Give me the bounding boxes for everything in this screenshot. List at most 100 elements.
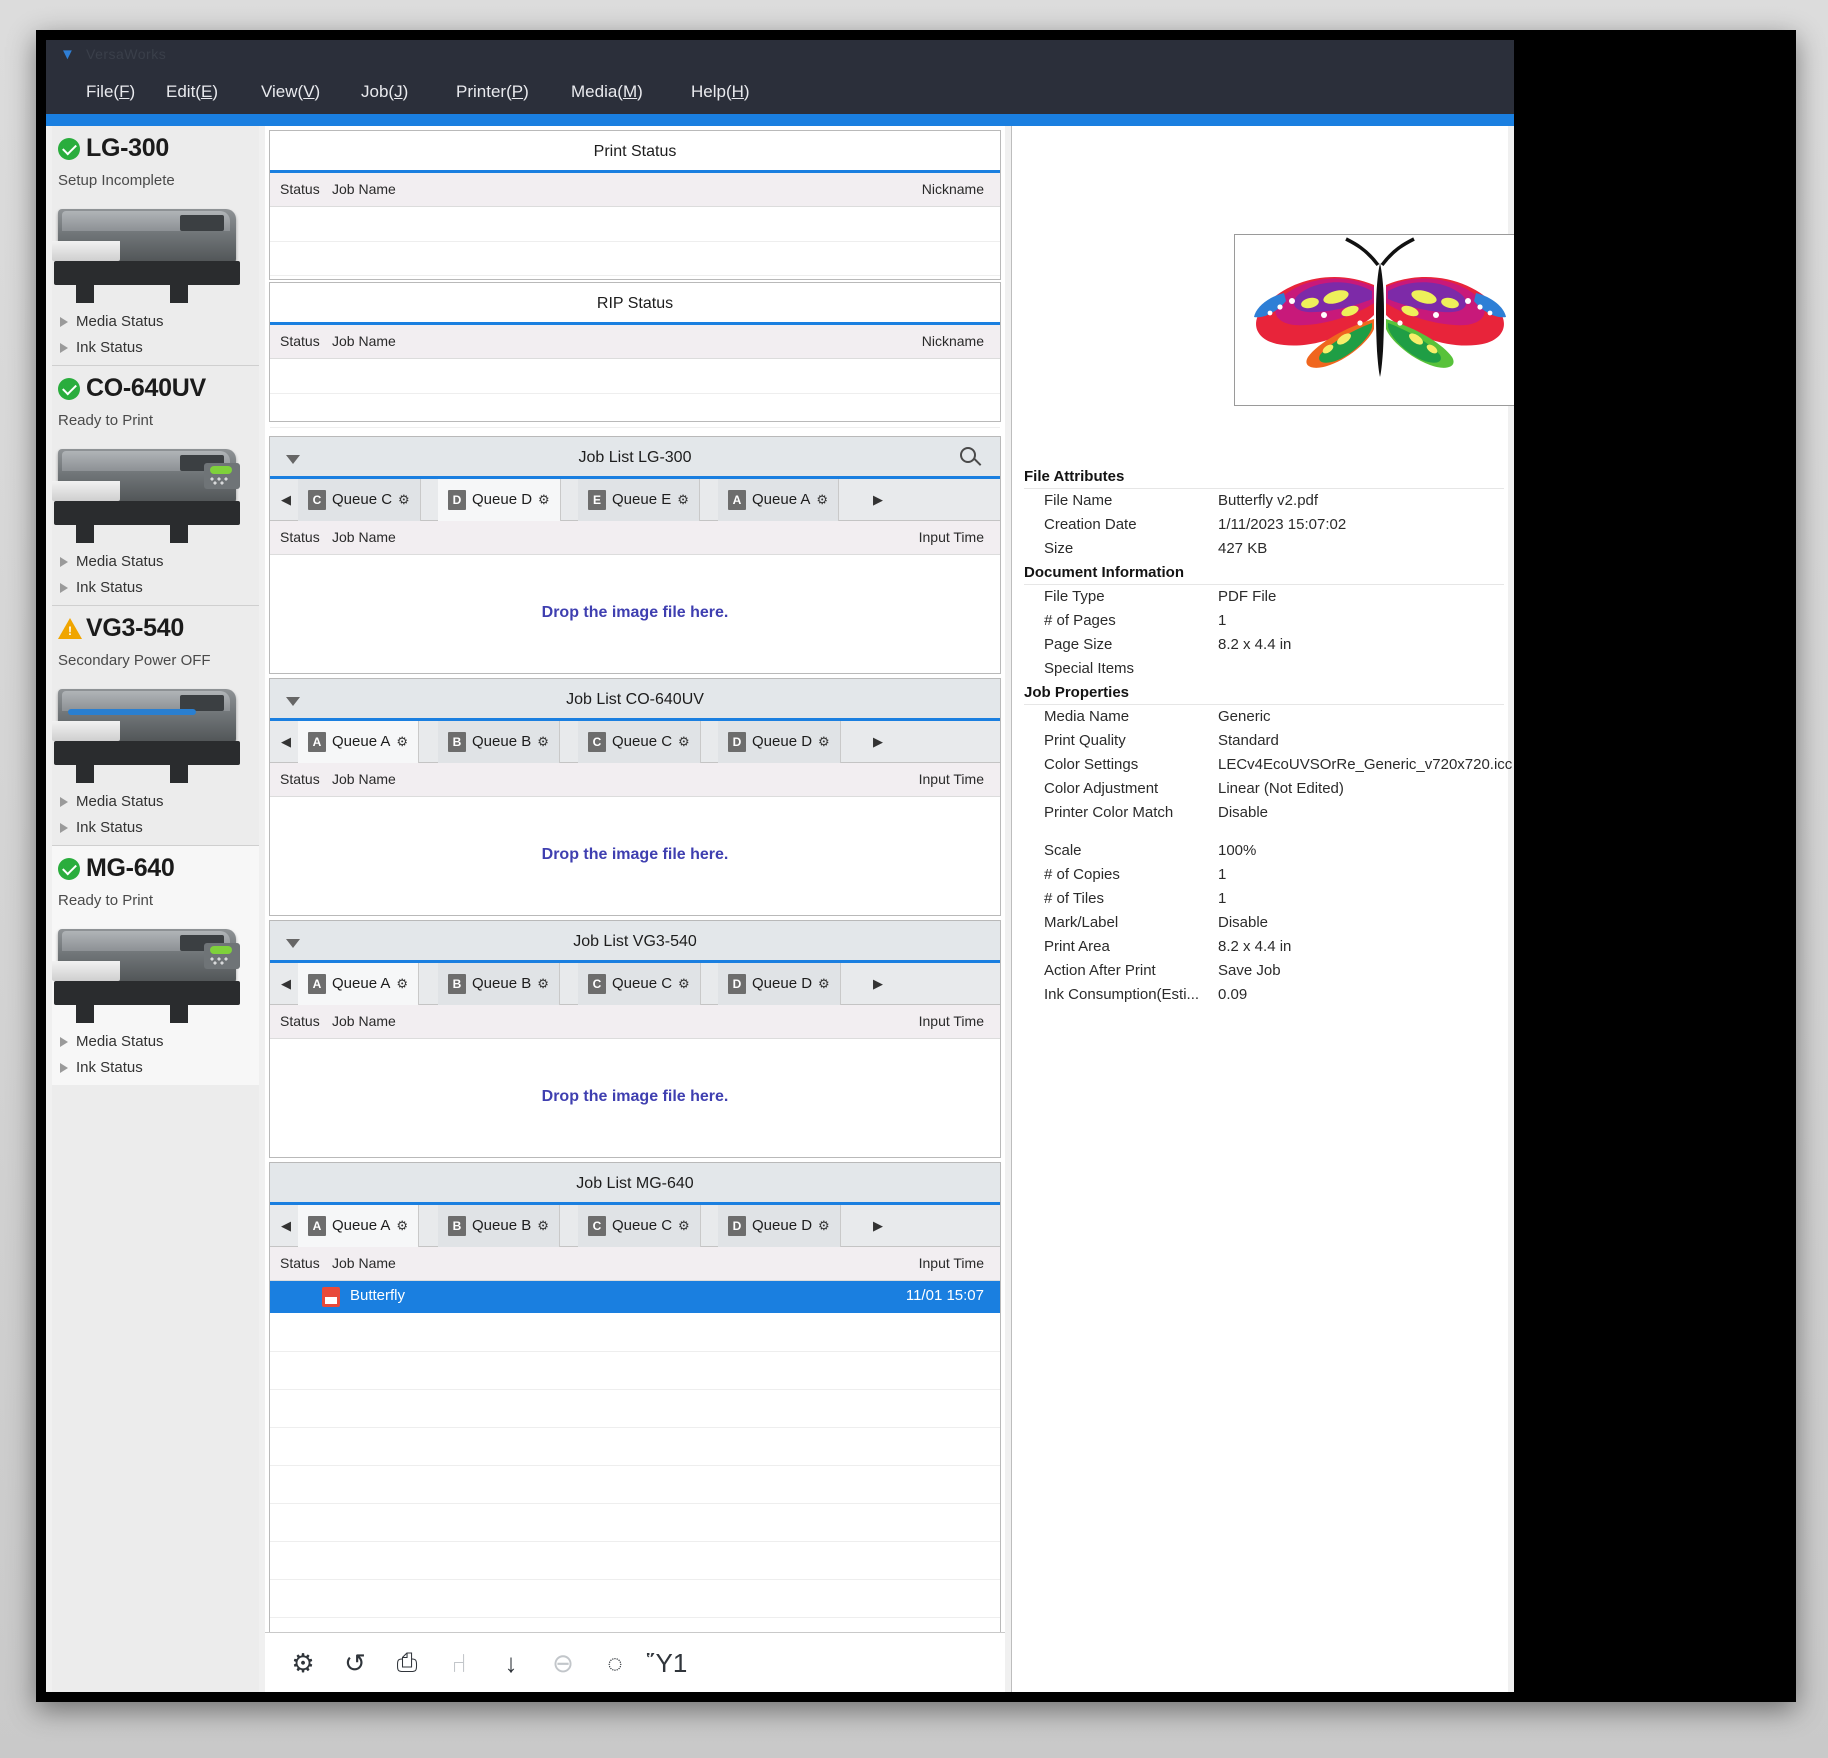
workspace: LG-300 Setup Incomplete Media Status Ink St… (46, 126, 1514, 1692)
property-value: 0.09 (1218, 986, 1248, 1003)
queue-settings-gear-icon[interactable]: ⚙ (677, 479, 689, 521)
column-header-row: Status Job Name Input Time (270, 1005, 1000, 1039)
scroll-tabs-right-icon[interactable]: ▶ (866, 1205, 890, 1247)
job-list-body[interactable]: Drop the image file here. (270, 1039, 1000, 1157)
property-row: Special Items (1018, 658, 1504, 682)
ink-status-row[interactable]: Ink Status (52, 815, 259, 841)
queue-settings-gear-icon[interactable]: ⚙ (396, 963, 408, 1005)
media-status-row[interactable]: Media Status (52, 789, 259, 815)
queue-tab-e[interactable]: E Queue E ⚙ (578, 479, 700, 521)
queue-settings-gear-icon[interactable]: ⚙ (537, 963, 549, 1005)
queue-tab-a[interactable]: A Queue A ⚙ (298, 1205, 420, 1247)
queue-settings-gear-icon[interactable]: ⚙ (818, 963, 830, 1005)
property-value: 1 (1218, 612, 1227, 629)
queue-settings-gear-icon[interactable]: ⚙ (538, 479, 550, 521)
media-status-row[interactable]: Media Status (52, 549, 259, 575)
ink-status-row[interactable]: Ink Status (52, 335, 259, 361)
job-list-body[interactable]: Drop the image file here. (270, 797, 1000, 915)
versaworks-application-window: ▼ VersaWorks File(F) Edit(E) View(V) Job(J)… (46, 40, 1514, 1692)
queue-settings-gear-icon[interactable]: ⚙ (537, 1205, 549, 1247)
column-job-name: Job Name (332, 333, 396, 349)
printer-card-mg-640[interactable]: MG-640 Ready to Print Media Status Ink Stat… (52, 846, 259, 1085)
property-value: Linear (Not Edited) (1218, 780, 1344, 797)
queue-tab-a[interactable]: A Queue A ⚙ (298, 721, 420, 763)
printer-icon[interactable]: ⎙ (387, 1643, 427, 1683)
list-body[interactable] (270, 359, 1000, 428)
queue-tab-c[interactable]: C Queue C ⚙ (578, 721, 701, 763)
printer-illustration (52, 675, 252, 785)
queue-tab-a[interactable]: A Queue A ⚙ (718, 479, 840, 521)
queue-settings-gear-icon[interactable]: ⚙ (816, 479, 828, 521)
queue-tab-d[interactable]: D Queue D ⚙ (718, 721, 841, 763)
gear-icon[interactable]: ⚙ (283, 1643, 323, 1683)
job-list-panel-0: Job List LG-300 ◀ C Queue C ⚙ D Queue D ⚙ E Queue… (269, 436, 1001, 674)
queue-tab-label: Queue A (332, 975, 391, 992)
media-status-row[interactable]: Media Status (52, 309, 259, 335)
scroll-tabs-right-icon[interactable]: ▶ (866, 721, 890, 763)
queue-settings-gear-icon[interactable]: ⚙ (396, 1205, 408, 1247)
scroll-tabs-left-icon[interactable]: ◀ (274, 1205, 298, 1247)
queue-tab-label: Queue D (472, 491, 533, 508)
menu-item-edit[interactable]: Edit(E) (166, 82, 218, 102)
collapse-caret-icon[interactable] (286, 697, 300, 706)
column-job-name: Job Name (332, 529, 396, 545)
queue-settings-gear-icon[interactable]: ⚙ (818, 1205, 830, 1247)
rip-and-print-icon[interactable]: ↺ (335, 1643, 375, 1683)
queue-tab-b[interactable]: B Queue B ⚙ (438, 963, 560, 1005)
job-list-row[interactable]: Butterfly 11/01 15:07 (270, 1281, 1000, 1313)
media-status-row[interactable]: Media Status (52, 1029, 259, 1055)
printer-card-vg3-540[interactable]: VG3-540 Secondary Power OFF Media Status In… (52, 606, 259, 846)
queue-tab-d[interactable]: D Queue D ⚙ (718, 1205, 841, 1247)
menu-item-job[interactable]: Job(J) (361, 82, 408, 102)
expand-triangle-icon (60, 583, 68, 593)
property-row: Page Size 8.2 x 4.4 in (1018, 634, 1504, 658)
menu-item-view[interactable]: View(V) (261, 82, 320, 102)
queue-settings-gear-icon[interactable]: ⚙ (398, 479, 410, 521)
queue-settings-gear-icon[interactable]: ⚙ (678, 721, 690, 763)
queue-tab-bar: ◀ A Queue A ⚙ B Queue B ⚙ C Queue C ⚙ D Queue D ⚙ ▶ (270, 721, 1000, 763)
queue-tab-a[interactable]: A Queue A ⚙ (298, 963, 420, 1005)
queue-tab-c[interactable]: C Queue C ⚙ (298, 479, 421, 521)
property-row: File Name Butterfly v2.pdf (1018, 490, 1504, 514)
queue-settings-gear-icon[interactable]: ⚙ (537, 721, 549, 763)
divider (1024, 488, 1504, 489)
queue-tab-d[interactable]: D Queue D ⚙ (718, 963, 841, 1005)
download-icon[interactable]: ↓ (491, 1643, 531, 1683)
menu-item-printer[interactable]: Printer(P) (456, 82, 529, 102)
queue-settings-gear-icon[interactable]: ⚙ (678, 1205, 690, 1247)
collapse-caret-icon[interactable] (286, 455, 300, 464)
scroll-tabs-right-icon[interactable]: ▶ (866, 479, 890, 521)
property-group-title: Document Information (1024, 564, 1184, 581)
list-body[interactable] (270, 207, 1000, 279)
queue-tab-c[interactable]: C Queue C ⚙ (578, 1205, 701, 1247)
job-list-title-bar: Job List MG-640 (270, 1163, 1000, 1205)
scroll-tabs-left-icon[interactable]: ◀ (274, 721, 298, 763)
job-list-title: Job List LG-300 (578, 449, 692, 466)
queue-tab-d[interactable]: D Queue D ⚙ (438, 479, 561, 521)
scroll-tabs-right-icon[interactable]: ▶ (866, 963, 890, 1005)
property-group-title: Job Properties (1024, 684, 1130, 701)
ink-status-row[interactable]: Ink Status (52, 575, 259, 601)
queue-settings-gear-icon[interactable]: ⚙ (678, 963, 690, 1005)
search-icon[interactable] (960, 447, 982, 469)
queue-tab-c[interactable]: C Queue C ⚙ (578, 963, 701, 1005)
menu-item-media[interactable]: Media(M) (571, 82, 643, 102)
printer-card-lg-300[interactable]: LG-300 Setup Incomplete Media Status Ink St… (52, 126, 259, 366)
queue-settings-gear-icon[interactable]: ⚙ (396, 721, 408, 763)
job-list-body[interactable]: Butterfly 11/01 15:07 (270, 1281, 1000, 1692)
column-job-name: Job Name (332, 1255, 396, 1271)
queue-tab-b[interactable]: B Queue B ⚙ (438, 1205, 560, 1247)
queue-settings-gear-icon[interactable]: ⚙ (818, 721, 830, 763)
column-status: Status (280, 529, 320, 545)
menu-item-help[interactable]: Help(H) (691, 82, 750, 102)
printer-card-co-640uv[interactable]: CO-640UV Ready to Print Media Status Ink St… (52, 366, 259, 606)
job-list-body[interactable]: Drop the image file here. (270, 555, 1000, 673)
collapse-caret-icon[interactable] (286, 939, 300, 948)
menu-item-file[interactable]: File(F) (86, 82, 135, 102)
queue-tab-b[interactable]: B Queue B ⚙ (438, 721, 560, 763)
ink-status-row[interactable]: Ink Status (52, 1055, 259, 1081)
busy-spinner-icon[interactable]: ◌ (595, 1643, 635, 1683)
scroll-tabs-left-icon[interactable]: ◀ (274, 963, 298, 1005)
trash-icon[interactable]: Ὕ1 (647, 1643, 688, 1683)
scroll-tabs-left-icon[interactable]: ◀ (274, 479, 298, 521)
